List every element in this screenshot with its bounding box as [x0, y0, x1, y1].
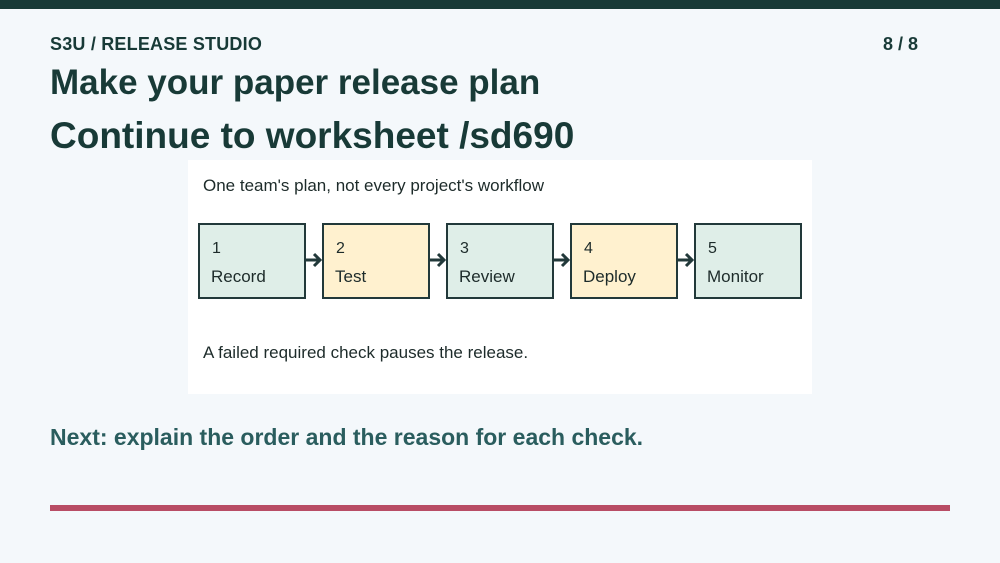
step-monitor: 5 Monitor: [694, 223, 802, 299]
step-label: Deploy: [583, 267, 636, 286]
page-counter: 8 / 8: [882, 34, 918, 54]
course-label: S3U / RELEASE STUDIO: [50, 34, 263, 54]
arrow-right-icon: [306, 252, 323, 268]
step-label: Monitor: [707, 267, 764, 286]
step-label: Test: [335, 267, 367, 286]
step-number: 4: [584, 240, 593, 257]
top-bar: [0, 0, 1000, 9]
arrow-right-icon: [554, 252, 571, 268]
release-plan-panel: One team's plan, not every project's wor…: [188, 160, 812, 394]
step-record: 1 Record: [198, 223, 306, 299]
accent-rule: [50, 505, 950, 511]
step-number: 5: [708, 240, 717, 257]
step-review: 3 Review: [446, 223, 554, 299]
panel-caption: One team's plan, not every project's wor…: [203, 176, 544, 195]
step-number: 2: [336, 240, 345, 257]
step-label: Review: [459, 267, 515, 286]
arrow-right-icon: [430, 252, 447, 268]
release-flow: 1 Record 2 Test 3 Review 4 Deploy 5 Moni…: [198, 223, 802, 299]
step-label: Record: [211, 267, 266, 286]
slide-subtitle: Continue to worksheet /sd690: [50, 115, 575, 156]
step-number: 1: [212, 240, 221, 257]
next-prompt: Next: explain the order and the reason f…: [50, 424, 644, 450]
step-number: 3: [460, 240, 469, 257]
slide-title: Make your paper release plan: [50, 63, 541, 102]
arrow-right-icon: [678, 252, 695, 268]
step-test: 2 Test: [322, 223, 430, 299]
panel-note: A failed required check pauses the relea…: [203, 343, 529, 362]
step-deploy: 4 Deploy: [570, 223, 678, 299]
